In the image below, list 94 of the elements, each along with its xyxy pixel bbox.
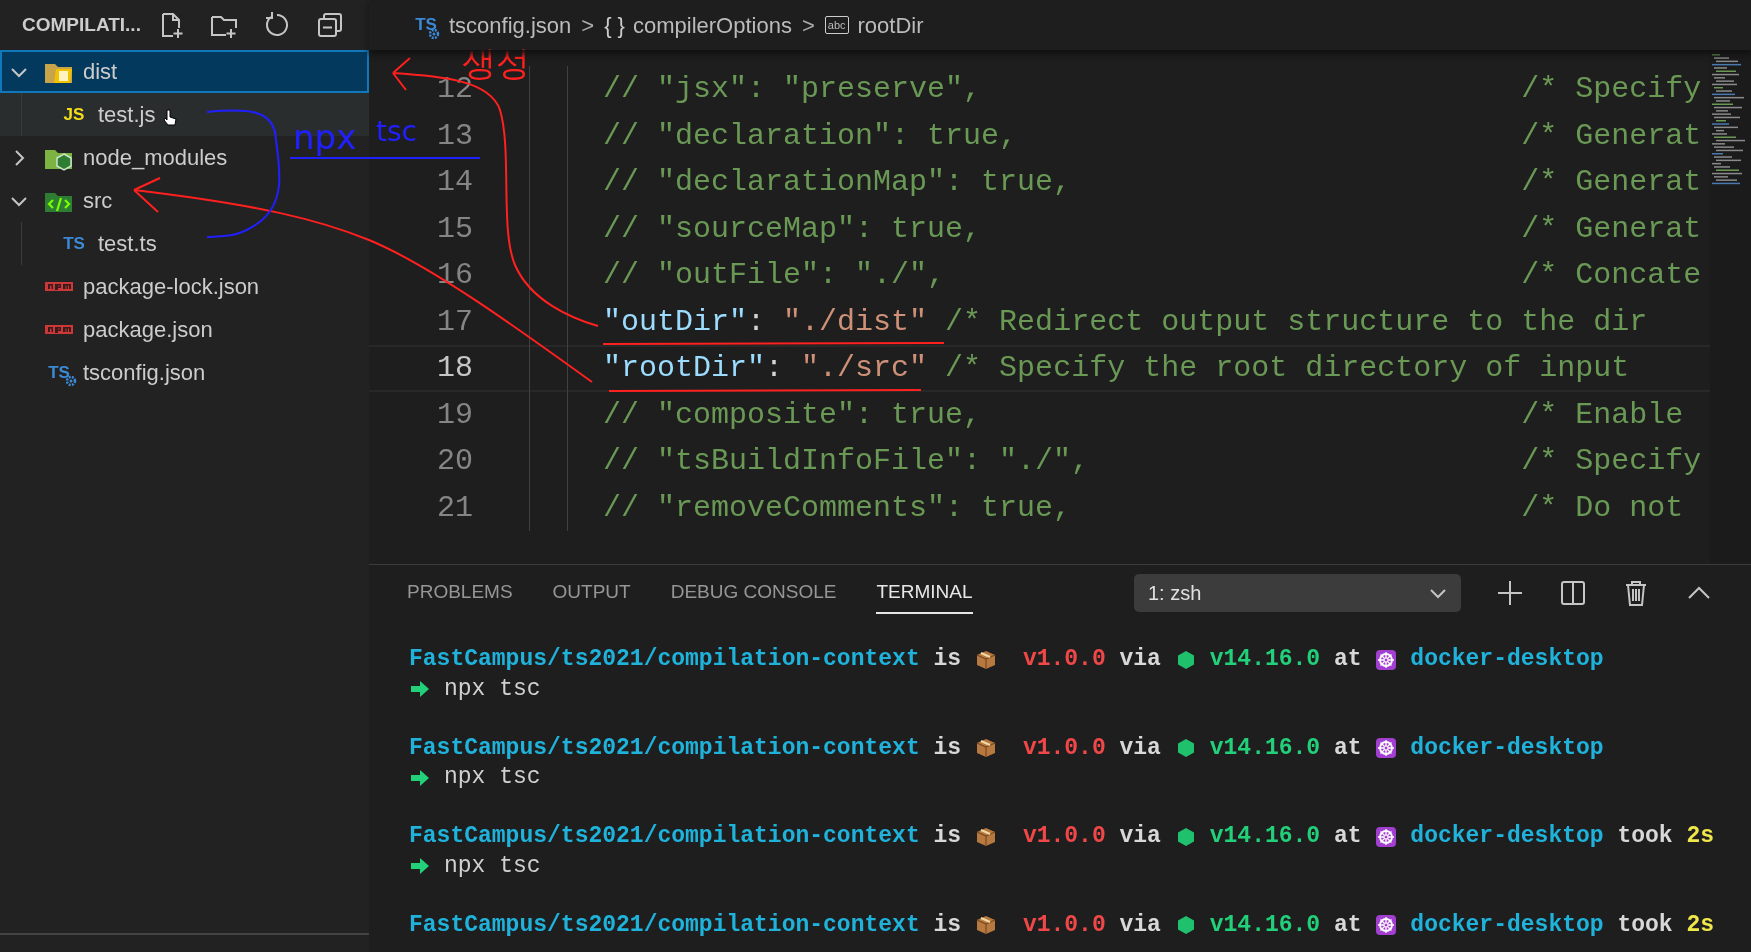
line-number: 15 <box>437 211 473 246</box>
prompt-path: FastCampus/ts2021/compilation-context <box>409 733 920 763</box>
package-icon <box>45 282 73 291</box>
prompt-path: FastCampus/ts2021/compilation-context <box>409 822 920 851</box>
refresh-icon[interactable] <box>263 11 291 39</box>
prompt-duration: 2s <box>1686 910 1714 940</box>
code-line: "outDir": "./dist" /* Redirect output structure to the dir <box>603 304 1648 339</box>
prompt-context: docker-desktop <box>1410 822 1604 851</box>
collapse-all-icon[interactable] <box>316 11 344 39</box>
breadcrumb-separator: > <box>581 11 595 40</box>
prompt-text: is <box>933 733 962 763</box>
prompt-text: via <box>1119 733 1161 763</box>
ts-file-icon: TS <box>59 230 89 257</box>
package-version: v1.0.0 <box>1022 733 1106 763</box>
panel-tab[interactable]: PROBLEMS <box>407 571 513 615</box>
breadcrumb-item[interactable]: rootDir <box>857 8 924 42</box>
line-number: 18 <box>437 351 473 385</box>
prompt-text: via <box>1119 910 1161 940</box>
wheel-icon <box>1375 914 1398 937</box>
prompt-text: at <box>1333 910 1362 940</box>
terminal-command: npx tsc <box>444 763 541 792</box>
prompt-path: FastCampus/ts2021/compilation-context <box>409 910 920 940</box>
node-version: v14.16.0 <box>1209 733 1321 763</box>
object-icon: { } <box>604 8 625 42</box>
explorer-title: COMPILATI... <box>22 12 142 37</box>
breadcrumb-item[interactable]: tsconfig.json <box>449 8 572 42</box>
panel-tab[interactable]: OUTPUT <box>552 571 631 615</box>
package-version: v1.0.0 <box>1022 645 1106 674</box>
breadcrumb-separator: > <box>801 11 815 40</box>
node-version: v14.16.0 <box>1209 822 1321 851</box>
code-line: "rootDir": "./src" /* Specify the root directory of input <box>603 351 1630 386</box>
node-version: v14.16.0 <box>1209 910 1321 940</box>
prompt-text: took <box>1617 822 1673 851</box>
tree-item[interactable]: JS test.js <box>15 93 156 136</box>
terminal-command: npx tsc <box>444 674 541 704</box>
code-line: // "composite": true, /* Enable <box>603 397 1684 432</box>
terminal-command: npx tsc <box>444 851 541 881</box>
line-number: 17 <box>437 304 473 339</box>
wheel-icon <box>1375 648 1398 671</box>
panel-tab[interactable]: TERMINAL <box>876 571 973 615</box>
prompt-text: is <box>933 910 962 940</box>
line-number: 13 <box>437 118 473 153</box>
prompt-duration: 2s <box>1686 822 1714 851</box>
line-number: 19 <box>437 397 473 432</box>
prompt-text: at <box>1333 733 1362 763</box>
prompt-text: via <box>1119 822 1161 851</box>
prompt-context: docker-desktop <box>1410 733 1604 763</box>
tree-item[interactable]: dist <box>0 50 118 93</box>
prompt-context: docker-desktop <box>1410 910 1604 940</box>
wheel-icon <box>1375 825 1398 848</box>
split-icon[interactable] <box>1559 579 1587 607</box>
node-version: v14.16.0 <box>1209 645 1321 674</box>
string-icon: abc <box>824 16 849 34</box>
line-number: 16 <box>437 258 473 292</box>
tree-item[interactable]: node_modules <box>0 136 228 179</box>
prompt-text: via <box>1119 645 1161 674</box>
pointer-icon <box>163 109 178 127</box>
code-line: // "outFile": "./", /* Concate <box>603 258 1702 293</box>
terminal-dropdown[interactable]: 1: zsh <box>1134 574 1461 612</box>
prompt-text: is <box>933 822 962 851</box>
js-file-icon: JS <box>59 101 89 128</box>
tree-item[interactable]: src <box>0 179 113 222</box>
prompt-text: at <box>1333 645 1362 674</box>
code-line: // "removeComments": true, /* Do not <box>603 490 1684 525</box>
line-number: 20 <box>437 444 473 478</box>
handwritten-note: npx <box>293 120 357 154</box>
prompt-context: docker-desktop <box>1410 645 1604 674</box>
tree-item[interactable]: TS test.ts <box>15 222 157 265</box>
package-icon <box>974 648 997 671</box>
tree-item[interactable]: TS tsconfig.json <box>0 351 206 394</box>
line-number: 21 <box>437 490 473 525</box>
breadcrumb-item[interactable]: compilerOptions <box>632 8 792 42</box>
plus-icon[interactable] <box>1496 579 1524 607</box>
prompt-text: at <box>1333 822 1362 851</box>
wheel-icon <box>1375 737 1398 760</box>
package-icon <box>974 825 997 848</box>
code-line: // "declarationMap": true, /* Generat <box>603 165 1702 200</box>
package-version: v1.0.0 <box>1022 822 1106 851</box>
panel-tab[interactable]: DEBUG CONSOLE <box>670 571 837 615</box>
code-line: // "jsx": "preserve", /* Specify <box>603 72 1702 107</box>
line-number: 14 <box>437 165 473 199</box>
package-icon <box>974 737 997 760</box>
handwritten-note: tsc <box>376 118 417 146</box>
prompt-text: took <box>1617 910 1673 940</box>
package-icon <box>974 914 997 937</box>
code-line: // "declaration": true, /* Generat <box>603 118 1702 153</box>
tree-item[interactable]: package.json <box>0 308 213 351</box>
package-icon <box>45 325 73 334</box>
prompt-path: FastCampus/ts2021/compilation-context <box>409 645 920 674</box>
prompt-text: is <box>933 645 962 674</box>
package-version: v1.0.0 <box>1022 910 1106 940</box>
code-line: // "tsBuildInfoFile": "./", /* Specify <box>603 444 1702 479</box>
tree-item[interactable]: package-lock.json <box>0 265 260 308</box>
code-line: // "sourceMap": true, /* Generat <box>603 211 1702 246</box>
